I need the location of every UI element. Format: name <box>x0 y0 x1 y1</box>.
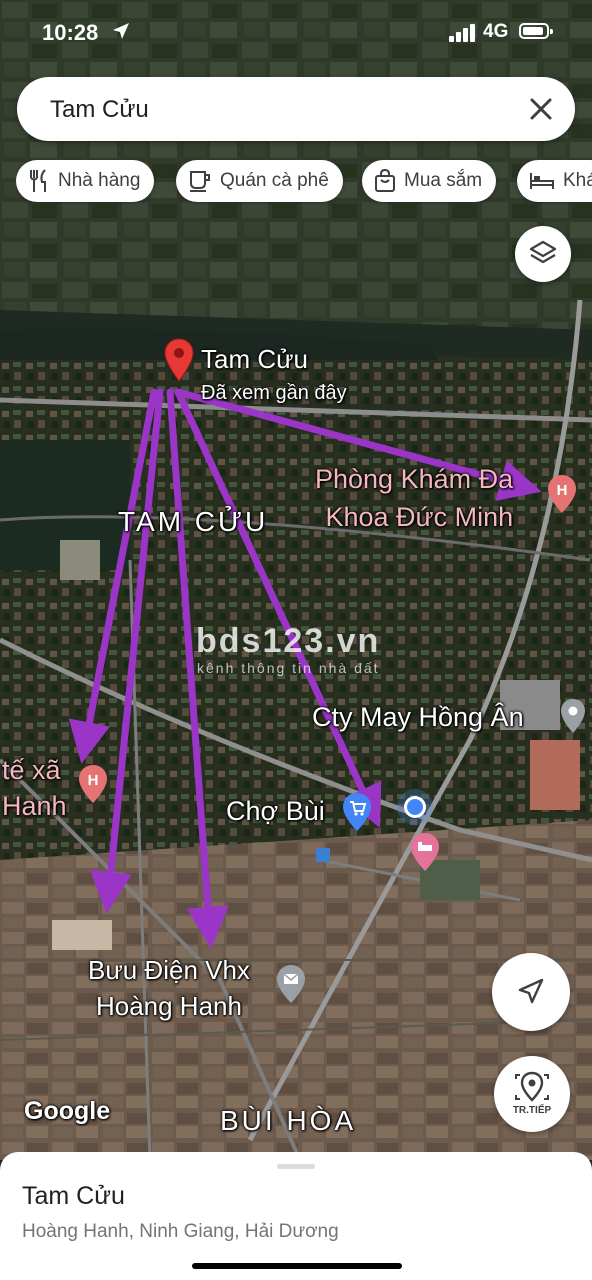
google-logo: Google <box>24 1097 111 1125</box>
chip-restaurants[interactable]: Nhà hàng <box>16 160 155 202</box>
next-button-label: TR.TIẾP <box>512 1105 552 1116</box>
close-icon[interactable] <box>525 93 557 125</box>
svg-text:H: H <box>557 482 568 499</box>
chip-hotels[interactable]: Khá <box>517 160 592 202</box>
fork-knife-icon <box>30 169 46 192</box>
chip-label: Khá <box>563 170 592 191</box>
my-location-dot-icon <box>397 789 433 825</box>
chip-label: Quán cà phê <box>220 170 329 191</box>
place-marker-icon[interactable] <box>560 698 586 734</box>
place-title: Tam Cửu <box>22 1182 125 1210</box>
arrow-to-west-field <box>89 388 164 914</box>
coffee-cup-icon <box>190 171 210 192</box>
chip-label: Nhà hàng <box>58 170 141 191</box>
home-indicator[interactable] <box>192 1263 402 1269</box>
sheet-grab-handle[interactable] <box>277 1164 315 1169</box>
poi-company-label[interactable]: Cty May Hồng Ân <box>312 702 524 733</box>
navigation-arrow-icon <box>518 978 544 1004</box>
hotel-marker-icon[interactable] <box>410 832 440 872</box>
arrow-to-market <box>174 388 382 828</box>
pin-title: Tam Cửu <box>201 344 308 374</box>
watermark-title: bds123.vn <box>196 622 381 660</box>
chip-cafes[interactable]: Quán cà phê <box>176 160 343 202</box>
location-pin-icon[interactable] <box>164 338 194 382</box>
layers-button[interactable] <box>515 226 571 282</box>
network-type: 4G <box>483 21 509 42</box>
directions-next-button[interactable]: TR.TIẾP <box>494 1056 570 1132</box>
area-label-bui-hoa: BÙI HÒA <box>220 1105 357 1136</box>
status-time: 10:28 <box>42 20 99 45</box>
layers-icon <box>529 240 557 264</box>
watermark-subtitle: kênh thông tin nhà đất <box>197 660 380 676</box>
hospital-marker-icon[interactable]: H <box>547 474 577 514</box>
shopping-cart-marker-icon[interactable] <box>342 792 372 832</box>
place-address: Hoàng Hanh, Ninh Giang, Hải Dương <box>22 1221 339 1242</box>
directions-pin-icon <box>515 1071 549 1102</box>
status-bar: 10:28 4G <box>0 0 592 70</box>
place-sheet[interactable]: Tam Cửu Hoàng Hanh, Ninh Giang, Hải Dươn… <box>0 1152 592 1280</box>
bed-icon <box>530 173 554 189</box>
search-bar[interactable]: Tam Cửu <box>17 77 575 141</box>
hospital-marker-icon[interactable]: H <box>78 764 108 804</box>
battery-icon <box>519 23 553 39</box>
svg-text:H: H <box>88 772 99 789</box>
chip-shopping[interactable]: Mua sắm <box>362 160 497 202</box>
search-query[interactable]: Tam Cửu <box>50 96 149 124</box>
location-arrow-icon <box>113 23 129 39</box>
shopping-bag-icon <box>375 169 395 192</box>
poi-health-station-label[interactable]: tế xã Hanh <box>2 752 67 824</box>
my-location-button[interactable] <box>492 953 570 1031</box>
chip-label: Mua sắm <box>404 170 483 191</box>
signal-bars-icon <box>449 24 475 42</box>
poi-post-office-label[interactable]: Bưu Điện Vhx Hoàng Hanh <box>88 952 250 1024</box>
poi-market-label[interactable]: Chợ Bùi <box>226 796 325 827</box>
category-chips: Nhà hàng Quán cà phê Mua sắm Khá <box>16 160 592 204</box>
area-label-tam-cuu: TAM CỬU <box>118 506 269 537</box>
poi-clinic-label[interactable]: Phòng Khám Đa Khoa Đức Minh <box>315 460 513 536</box>
pin-subtitle: Đã xem gần đây <box>201 382 347 404</box>
mail-marker-icon[interactable] <box>276 964 306 1004</box>
